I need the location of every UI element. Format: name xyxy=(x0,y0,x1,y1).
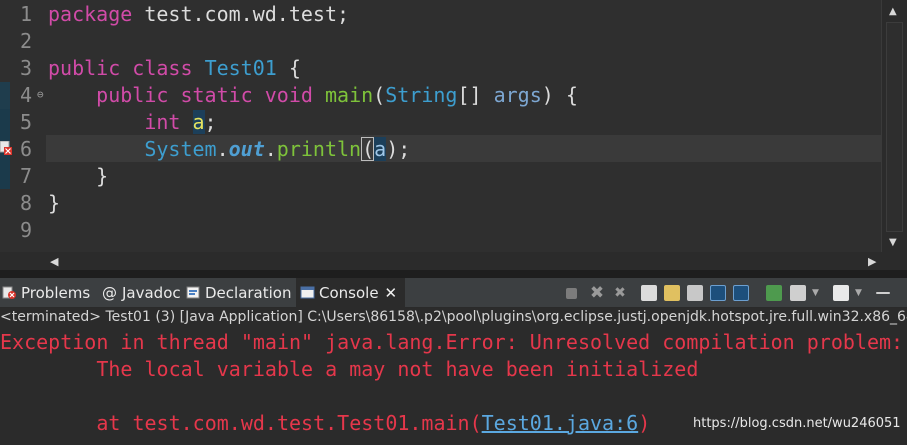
code-line[interactable]: } xyxy=(48,163,108,190)
fold-collapse-icon[interactable]: ⊖ xyxy=(37,89,44,100)
console-output[interactable]: <terminated> Test01 (3) [Java Applicatio… xyxy=(0,308,907,445)
at-sign-icon: @ xyxy=(102,284,117,302)
tab-javadoc[interactable]: @ Javadoc xyxy=(102,278,181,308)
code-area[interactable]: package test.com.wd.test; public class T… xyxy=(48,0,881,246)
stack-trace-suffix: ) xyxy=(638,411,651,435)
horizontal-scrollbar[interactable]: ◀ ▶ xyxy=(46,252,881,270)
keyword-token: static xyxy=(180,83,253,107)
paren-token: ) { xyxy=(541,83,578,107)
code-line[interactable]: int a; xyxy=(48,109,217,136)
error-line: The local variable a may not have been i… xyxy=(0,357,699,381)
keyword-token: package xyxy=(48,2,133,26)
line-number: 6 xyxy=(20,137,33,161)
pane-divider[interactable] xyxy=(0,270,907,278)
package-name-token: test.com.wd.test; xyxy=(132,2,350,26)
variable-occurrence-token: a xyxy=(192,110,205,134)
watermark-text: https://blog.csdn.net/wu246051 xyxy=(693,416,901,431)
scroll-up-icon[interactable]: ▲ xyxy=(889,5,897,18)
class-name-token: Test01 xyxy=(204,56,277,80)
paren-token: ); xyxy=(386,137,411,161)
brace-token: } xyxy=(96,164,109,188)
overview-ruler xyxy=(0,0,10,246)
source-link[interactable]: Test01.java:6 xyxy=(482,411,639,435)
code-line[interactable]: package test.com.wd.test; xyxy=(48,1,349,28)
code-editor[interactable]: 1 2 3 4 5 6 7 8 9 ⊖ package test.com.wd.… xyxy=(0,0,907,252)
tab-label: Declaration xyxy=(205,284,292,302)
line-number: 8 xyxy=(20,191,33,215)
scroll-thumb[interactable] xyxy=(886,22,903,232)
declaration-icon xyxy=(186,286,200,299)
show-console-stderr-icon[interactable] xyxy=(733,285,749,301)
open-console-icon[interactable] xyxy=(833,285,849,301)
tab-label: Javadoc xyxy=(122,284,181,302)
view-tab-bar: Problems @ Javadoc Declaration Console ✕ ✖… xyxy=(0,278,907,308)
scroll-down-icon[interactable]: ▼ xyxy=(889,236,897,249)
process-status-line: <terminated> Test01 (3) [Java Applicatio… xyxy=(0,309,907,325)
method-name-token: println xyxy=(276,137,362,161)
error-line: Exception in thread "main" java.lang.Err… xyxy=(0,330,904,354)
code-line[interactable]: System.out.println(a); xyxy=(48,136,410,163)
dot-token: . xyxy=(264,137,277,161)
pin-console-icon[interactable] xyxy=(766,285,782,301)
tab-label: Problems xyxy=(21,284,91,302)
error-marker-icon[interactable] xyxy=(0,141,12,155)
vertical-scrollbar[interactable]: ▲ ▼ xyxy=(881,0,907,252)
ruler-band xyxy=(0,82,10,109)
chevron-down-icon[interactable]: ▼ xyxy=(855,289,863,298)
scroll-lock-icon[interactable] xyxy=(664,285,680,301)
array-token: [] xyxy=(457,83,494,107)
code-line[interactable]: public class Test01 { xyxy=(48,55,301,82)
problems-icon xyxy=(2,286,16,299)
paren-token: ( xyxy=(373,83,386,107)
line-number: 7 xyxy=(20,164,33,188)
display-console-icon[interactable] xyxy=(790,285,806,301)
keyword-token: void xyxy=(264,83,313,107)
code-line[interactable]: } xyxy=(48,190,60,217)
method-name-token: main xyxy=(324,83,374,107)
tab-label: Console xyxy=(319,284,379,302)
code-line[interactable]: public static void main(String[] args) { xyxy=(48,82,578,109)
stack-trace-line: at test.com.wd.test.Test01.main(Test01.j… xyxy=(0,410,650,437)
scroll-right-icon[interactable]: ▶ xyxy=(868,255,876,268)
line-number: 3 xyxy=(20,56,33,80)
variable-occurrence-token: a xyxy=(374,137,387,161)
keyword-token: public xyxy=(96,83,169,107)
brace-token: { xyxy=(276,56,301,80)
terminate-icon[interactable] xyxy=(566,288,577,299)
keyword-token: int xyxy=(144,110,181,134)
show-console-stdout-icon[interactable] xyxy=(710,285,726,301)
brace-token: } xyxy=(48,191,61,215)
remove-all-terminated-icon[interactable]: ✖ xyxy=(612,285,628,301)
semicolon-token: ; xyxy=(204,110,217,134)
line-number: 9 xyxy=(20,218,33,242)
tab-problems[interactable]: Problems xyxy=(2,278,90,308)
keyword-token: public xyxy=(48,56,121,80)
line-number: 1 xyxy=(20,2,33,26)
remove-launch-icon[interactable]: ✖ xyxy=(589,285,605,302)
word-wrap-icon[interactable] xyxy=(687,285,703,301)
stack-trace-prefix: at test.com.wd.test.Test01.main( xyxy=(0,411,482,435)
scroll-left-icon[interactable]: ◀ xyxy=(50,255,58,268)
matching-bracket-token: ( xyxy=(361,137,375,161)
type-token: String xyxy=(385,83,458,107)
tab-declaration[interactable]: Declaration xyxy=(186,278,291,308)
close-icon[interactable]: ✕ xyxy=(385,284,398,302)
minimize-icon[interactable] xyxy=(876,292,890,294)
class-name-token: System xyxy=(144,137,217,161)
line-number: 2 xyxy=(20,29,33,53)
console-icon xyxy=(300,286,315,299)
static-field-token: out xyxy=(228,137,265,161)
keyword-token: class xyxy=(132,56,193,80)
clear-console-icon[interactable] xyxy=(641,285,657,301)
parameter-token: args xyxy=(493,83,542,107)
chevron-down-icon[interactable]: ▼ xyxy=(812,289,820,298)
dot-token: . xyxy=(216,137,229,161)
line-number: 5 xyxy=(20,110,33,134)
line-number-gutter: 1 2 3 4 5 6 7 8 9 xyxy=(10,0,46,246)
tab-console[interactable]: Console ✕ xyxy=(296,278,406,308)
